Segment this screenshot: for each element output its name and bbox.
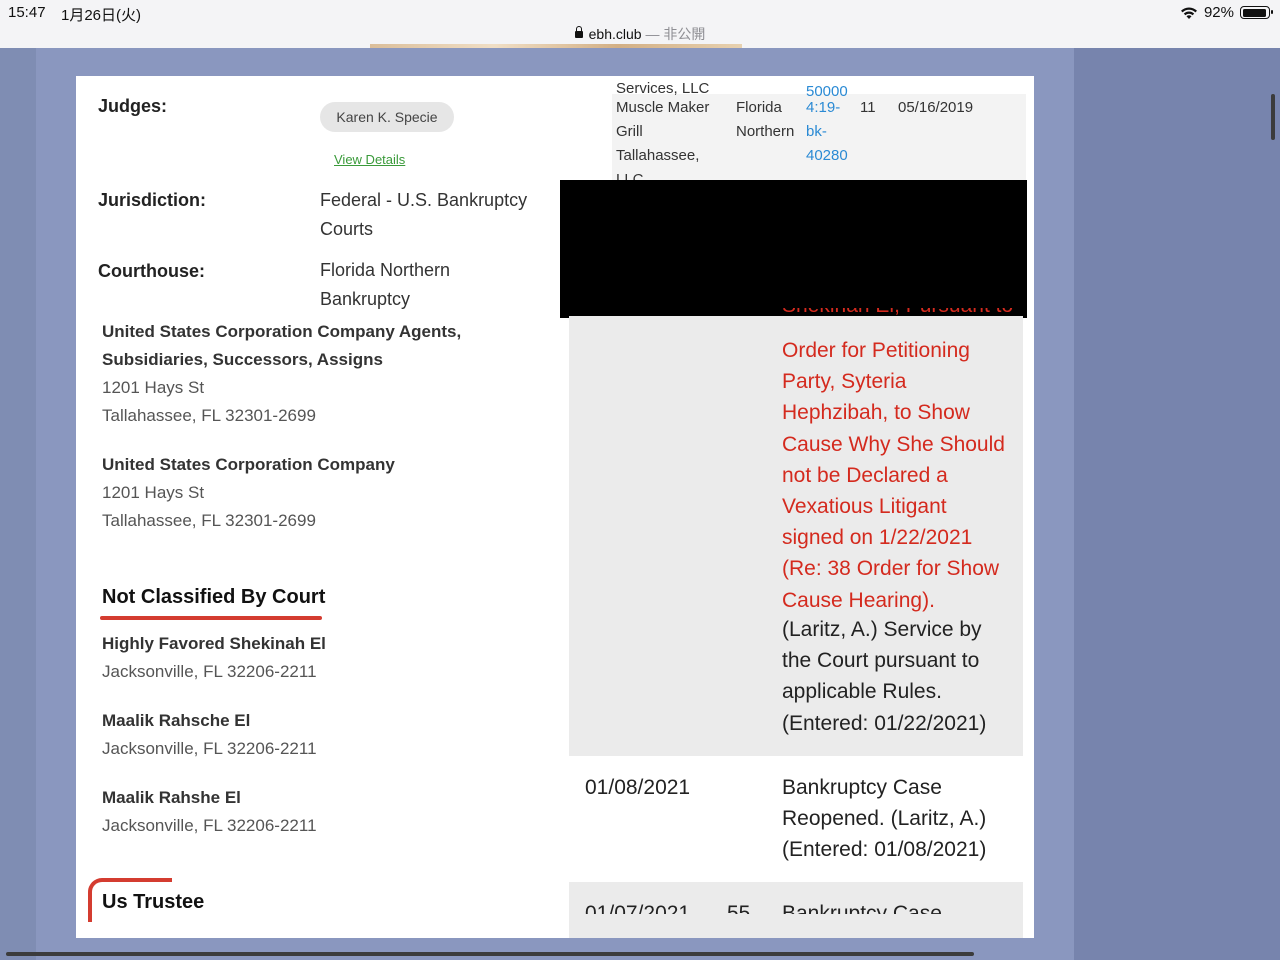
docket-red-line: Cause Why She Should (782, 432, 1005, 456)
docket-black-text: (Laritz, A.) Service by the Court pursua… (782, 614, 1022, 739)
docket-red-line: Vexatious Litigant (782, 495, 947, 519)
status-time: 15:47 (8, 4, 46, 21)
screenshot-image: Judges: Karen K. Specie View Details Jur… (76, 76, 1034, 938)
docket-red-line: Party, Syteria (782, 370, 907, 394)
person-city: Jacksonville, FL 32206-2211 (102, 739, 317, 758)
docket-red-line: Hephzibah, to Show (782, 401, 970, 425)
left-margin (0, 48, 36, 960)
person-name: Highly Favored Shekinah El (102, 634, 326, 653)
docket-line: Bankruptcy Case (782, 776, 942, 799)
right-margin (1074, 48, 1280, 960)
status-right: 92% (1180, 4, 1273, 21)
docket-date: 01/08/2021 (585, 776, 691, 799)
docket-line: (Laritz, A.) Service by (782, 618, 982, 641)
docket-line: Reopened. (Laritz, A.) (782, 807, 987, 830)
cut-entry: 01/07/2021 55 Bankruptcy Case (569, 902, 1023, 914)
person-name: Maalik Rahsche El (102, 711, 251, 730)
docket-line: the Court pursuant to (782, 649, 980, 673)
redaction-box (560, 180, 1027, 318)
party-name: United States Corporation Company (102, 455, 395, 474)
case-number-link[interactable]: bk- (806, 120, 827, 144)
red-underline (100, 616, 322, 620)
case-date: 05/16/2019 (898, 99, 974, 116)
url-domain: ebh.club (588, 26, 642, 42)
person-city: Jacksonville, FL 32206-2211 (102, 816, 317, 835)
docket-line: (Entered: 01/08/2021) (782, 838, 987, 861)
case-chapter: 11 (860, 99, 876, 116)
docket-red-line: signed on 1/22/2021 (782, 526, 973, 550)
jurisdiction-label: Jurisdiction: (98, 190, 207, 210)
judge-chip[interactable]: Karen K. Specie (320, 102, 454, 132)
party-name: Subsidiaries, Successors, Assigns (102, 350, 383, 369)
docket-red-line: Cause Hearing). (782, 588, 935, 612)
wifi-icon (1180, 6, 1198, 20)
case-name: Grill (616, 123, 643, 140)
view-details-link[interactable]: View Details (334, 152, 405, 167)
jurisdiction-value-1: Federal - U.S. Bankruptcy (320, 190, 528, 210)
docket-red-text: Order for Petitioning Party, Syteria Hep… (782, 335, 1022, 616)
cut-red-line: Shekinah El, Pursuant to (782, 308, 1022, 322)
vertical-scrollbar[interactable] (1271, 94, 1275, 140)
battery-icon (1240, 6, 1273, 19)
docket-line: (Entered: 01/22/2021) (782, 711, 987, 735)
docket-line: applicable Rules. (782, 680, 942, 704)
courthouse-label: Courthouse: (98, 261, 205, 281)
case-name: Tallahassee, (616, 147, 700, 164)
case-details-panel: Judges: Karen K. Specie View Details Jur… (76, 76, 560, 938)
docket-red-line: not be Declared a (782, 463, 948, 487)
person-name: Maalik Rahshe El (102, 788, 241, 807)
courthouse-value-2: Bankruptcy (320, 289, 411, 309)
party-street: 1201 Hays St (102, 378, 205, 397)
docket-number: 55 (727, 902, 751, 914)
case-court: Northern (736, 123, 795, 140)
status-bar: 15:47 1月26日(火) 92% ebh.club — 非公開 (0, 0, 1280, 48)
docket-entry-text: Bankruptcy Case Reopened. (Laritz, A.) (… (782, 772, 1022, 865)
docket-text: Bankruptcy Case (782, 902, 942, 914)
cut-text: Services, LLC (616, 80, 710, 97)
case-court: Florida (736, 99, 782, 116)
lock-icon (574, 26, 583, 38)
not-classified-heading: Not Classified By Court (102, 586, 326, 608)
docket-date: 01/07/2021 (585, 902, 691, 914)
courthouse-value-1: Florida Northern (320, 260, 451, 280)
case-number-link[interactable]: 40280 (806, 144, 848, 168)
us-trustee-heading: Us Trustee (102, 891, 205, 913)
party-street: 1201 Hays St (102, 483, 205, 502)
status-date: 1月26日(火) (61, 7, 142, 24)
horizontal-scrollbar[interactable] (6, 952, 974, 956)
case-name: Muscle Maker (616, 99, 710, 116)
jurisdiction-value-2: Courts (320, 219, 374, 239)
docket-red-cut: Shekinah El, Pursuant to (782, 308, 1013, 318)
judges-label: Judges: (98, 96, 168, 116)
party-name: United States Corporation Company Agents… (102, 322, 462, 341)
case-row[interactable]: Services, LLC 50000 Muscle Maker Grill T… (612, 80, 1026, 188)
case-number-link[interactable]: 4:19- (806, 96, 840, 120)
party-city: Tallahassee, FL 32301-2699 (102, 406, 316, 425)
docket-red-line: Order for Petitioning (782, 339, 970, 362)
party-city: Tallahassee, FL 32301-2699 (102, 511, 316, 530)
url-suffix: — 非公開 (645, 26, 706, 42)
address-bar[interactable]: ebh.club — 非公開 (0, 24, 1280, 44)
docket-red-line: (Re: 38 Order for Show (782, 557, 1000, 581)
battery-percent: 92% (1203, 4, 1234, 21)
person-city: Jacksonville, FL 32206-2211 (102, 662, 317, 681)
